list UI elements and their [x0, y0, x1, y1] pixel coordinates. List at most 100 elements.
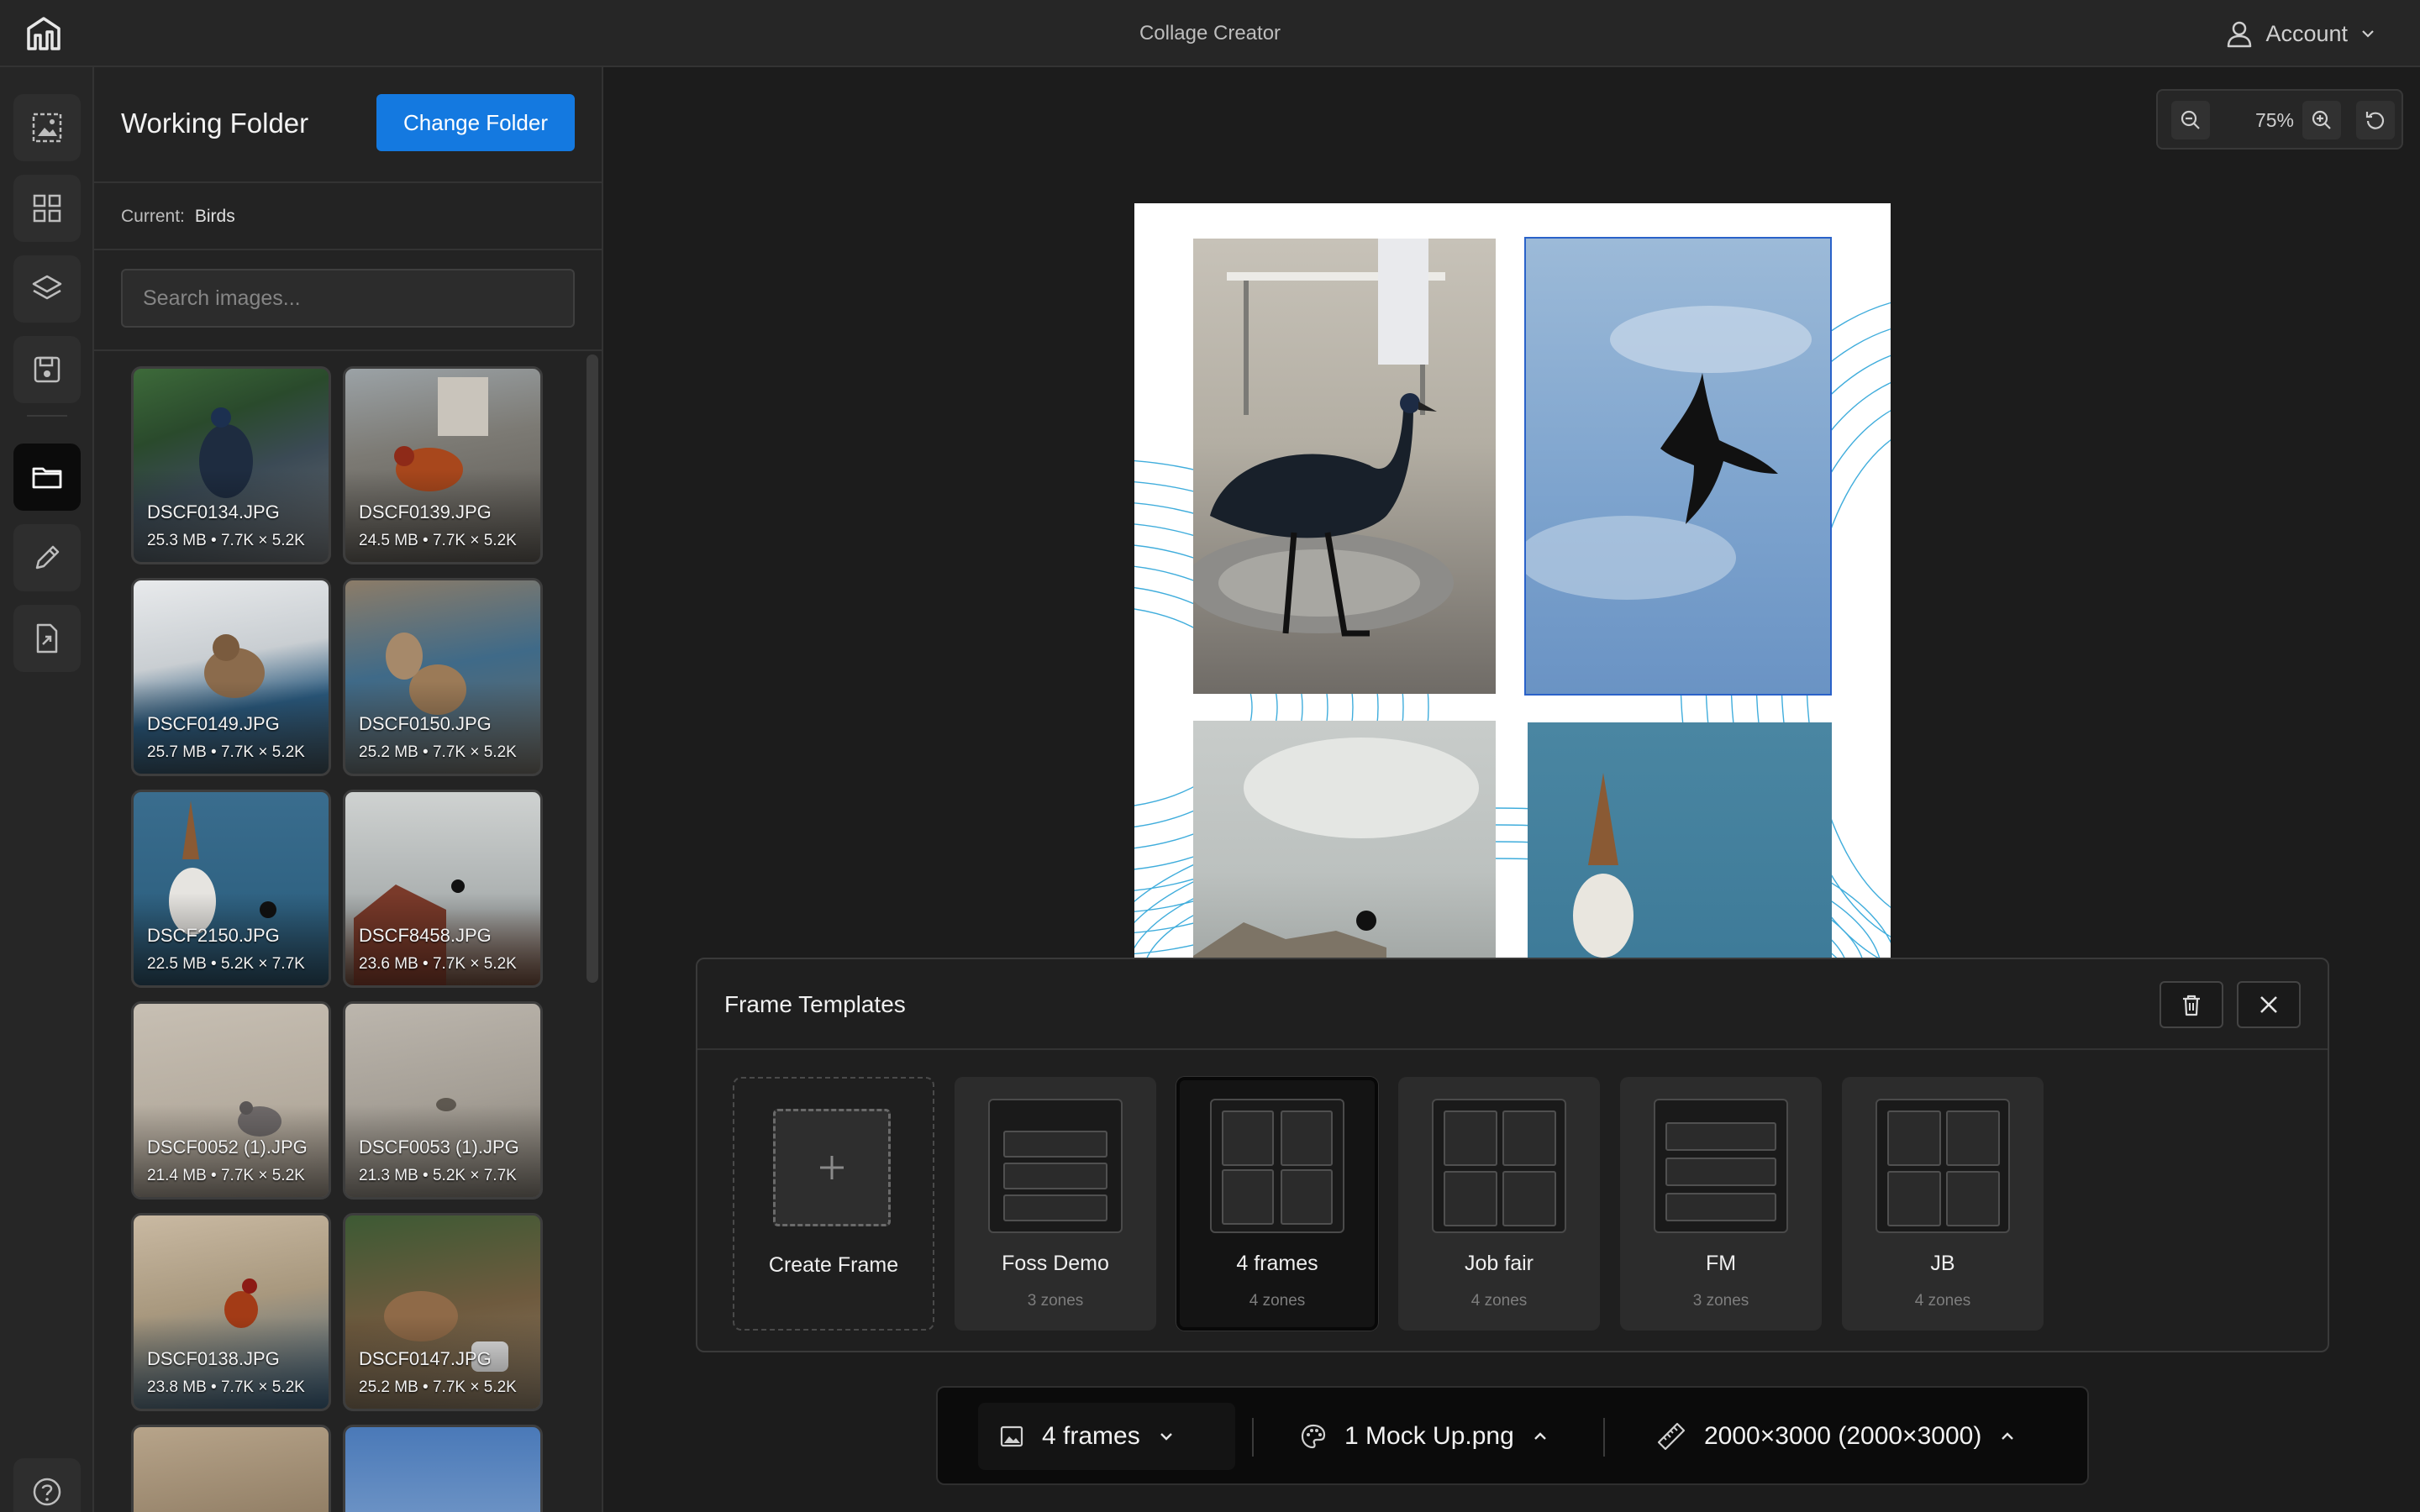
divider — [697, 1048, 2328, 1050]
account-menu[interactable]: Account — [2225, 13, 2376, 54]
template-preview — [1654, 1099, 1788, 1233]
ruler-icon — [1657, 1422, 1686, 1451]
template-zone-count: 4 zones — [1249, 1292, 1306, 1310]
template-card-jb[interactable]: JB 4 zones — [1842, 1077, 2044, 1331]
template-zone-count: 3 zones — [1692, 1292, 1749, 1310]
folder-panel: Working Folder Change Folder Current: Bir… — [94, 67, 603, 1512]
grid-icon — [33, 194, 61, 223]
template-preview — [988, 1099, 1123, 1233]
image-meta: 25.3 MB • 7.7K × 5.2K — [147, 532, 305, 549]
template-card-fm[interactable]: FM 3 zones — [1620, 1077, 1822, 1331]
image-thumbnail[interactable]: DSCF0053 (1).JPG 21.3 MB • 5.2K × 7.7K — [343, 1001, 543, 1200]
trash-icon — [2183, 995, 2200, 1016]
user-icon — [2228, 21, 2252, 48]
template-name: Job fair — [1465, 1252, 1534, 1275]
background-selector[interactable]: 1 Mock Up.png — [1279, 1403, 1570, 1470]
create-frame-card[interactable]: Create Frame — [733, 1077, 934, 1331]
image-thumbnail[interactable]: DSCF8458.JPG 23.6 MB • 7.7K × 5.2K — [343, 790, 543, 988]
scrollbar-thumb[interactable] — [587, 354, 598, 983]
working-folder-title: Working Folder — [121, 108, 309, 139]
template-name: 4 frames — [1236, 1252, 1318, 1275]
image-meta: 25.2 MB • 7.7K × 5.2K — [359, 743, 517, 761]
frame-templates-title: Frame Templates — [724, 991, 906, 1017]
template-name: JB — [1930, 1252, 1955, 1275]
slot-photo — [1573, 773, 1634, 958]
image-meta: 25.7 MB • 7.7K × 5.2K — [147, 743, 305, 761]
close-templates-button[interactable] — [2237, 981, 2301, 1028]
rail-image-select-button[interactable] — [13, 94, 81, 161]
rail-layers-button[interactable] — [13, 255, 81, 323]
image-name: DSCF0149.JPG — [147, 713, 280, 734]
help-icon — [33, 1478, 61, 1506]
slot-photo — [1526, 306, 1812, 600]
image-thumbnail[interactable]: DSCF0149.JPG 25.7 MB • 7.7K × 5.2K — [131, 578, 331, 776]
help-button[interactable] — [13, 1458, 81, 1512]
app-title: Collage Creator — [1139, 22, 1281, 45]
zoom-out-icon — [2181, 110, 2200, 129]
background-label: 1 Mock Up.png — [1344, 1422, 1514, 1450]
rail-save-button[interactable] — [13, 336, 81, 403]
toolbar-divider — [1603, 1418, 1605, 1457]
delete-template-button[interactable] — [2160, 981, 2223, 1028]
image-meta: 21.3 MB • 5.2K × 7.7K — [359, 1167, 517, 1184]
canvas-size-selector[interactable]: 2000×3000 (2000×3000) — [1635, 1403, 2037, 1470]
current-folder-row: Current: Birds — [121, 207, 235, 227]
divider — [94, 181, 602, 183]
image-thumbnail[interactable]: DSCF0147.JPG 25.2 MB • 7.7K × 5.2K — [343, 1213, 543, 1411]
image-meta: 25.2 MB • 7.7K × 5.2K — [359, 1378, 517, 1396]
zoom-controls: 75% — [2156, 89, 2403, 150]
reset-icon — [2365, 112, 2385, 129]
toolbar-divider — [1252, 1418, 1254, 1457]
rail-divider — [27, 415, 67, 417]
image-thumbnail[interactable]: DSCF2150.JPG 22.5 MB • 5.2K × 7.7K — [131, 790, 331, 988]
image-meta: 23.8 MB • 7.7K × 5.2K — [147, 1378, 305, 1396]
zoom-out-button[interactable] — [2171, 101, 2210, 139]
image-name: DSCF0138.JPG — [147, 1348, 280, 1369]
current-folder-label: Current: — [121, 207, 185, 226]
image-thumbnail[interactable]: DSCF0139.JPG 24.5 MB • 7.7K × 5.2K — [343, 366, 543, 564]
chevron-down-icon — [1160, 1433, 1172, 1441]
rail-edit-button[interactable] — [13, 524, 81, 591]
pencil-icon — [35, 545, 60, 570]
template-card-foss-demo[interactable]: Foss Demo 3 zones — [955, 1077, 1156, 1331]
image-thumbnail[interactable]: DSCF0052 (1).JPG 21.4 MB • 7.7K × 5.2K — [131, 1001, 331, 1200]
collage-slot-3[interactable] — [1193, 721, 1496, 959]
template-preview — [1432, 1099, 1566, 1233]
template-preview — [1876, 1099, 2010, 1233]
image-thumbnail[interactable] — [343, 1425, 543, 1512]
palette-icon — [1301, 1424, 1326, 1449]
plus-icon — [820, 1156, 844, 1179]
image-thumbnail[interactable]: DSCF0134.JPG 25.3 MB • 7.7K × 5.2K — [131, 366, 331, 564]
image-thumbnail[interactable] — [131, 1425, 331, 1512]
collage-canvas[interactable] — [1134, 203, 1891, 959]
template-preview — [1210, 1099, 1344, 1233]
search-images-input[interactable] — [121, 269, 575, 328]
collage-slot-4[interactable] — [1528, 722, 1832, 959]
template-zone-count: 3 zones — [1027, 1292, 1084, 1310]
change-folder-button[interactable]: Change Folder — [376, 94, 575, 151]
frames-selector[interactable]: 4 frames — [978, 1403, 1235, 1470]
image-meta: 22.5 MB • 5.2K × 7.7K — [147, 955, 305, 973]
reset-zoom-button[interactable] — [2356, 101, 2395, 139]
rail-folder-button[interactable] — [13, 444, 81, 511]
bottom-toolbar: 4 frames 1 Mock Up.png 2000×3000 (2000×3… — [936, 1386, 2089, 1485]
template-card-job-fair[interactable]: Job fair 4 zones — [1398, 1077, 1600, 1331]
zoom-level: 75% — [2254, 109, 2295, 131]
template-card-4-frames[interactable]: 4 frames 4 zones — [1176, 1077, 1378, 1331]
chevron-up-icon — [1534, 1432, 1546, 1440]
image-name: DSCF0139.JPG — [359, 501, 492, 522]
collage-slot-1[interactable] — [1193, 239, 1496, 694]
template-name: FM — [1705, 1252, 1737, 1275]
slot-photo — [1193, 239, 1454, 637]
image-thumbnail[interactable]: DSCF0138.JPG 23.8 MB • 7.7K × 5.2K — [131, 1213, 331, 1411]
image-icon — [1000, 1425, 1023, 1447]
rail-export-button[interactable] — [13, 605, 81, 672]
rail-grid-button[interactable] — [13, 175, 81, 242]
zoom-in-button[interactable] — [2302, 101, 2341, 139]
chevron-up-icon — [2002, 1432, 2014, 1440]
image-thumbnail[interactable]: DSCF0150.JPG 25.2 MB • 7.7K × 5.2K — [343, 578, 543, 776]
image-name: DSCF0053 (1).JPG — [359, 1137, 519, 1158]
collage-slot-2[interactable] — [1524, 237, 1832, 696]
image-name: DSCF0134.JPG — [147, 501, 280, 522]
tool-rail — [0, 67, 94, 1512]
